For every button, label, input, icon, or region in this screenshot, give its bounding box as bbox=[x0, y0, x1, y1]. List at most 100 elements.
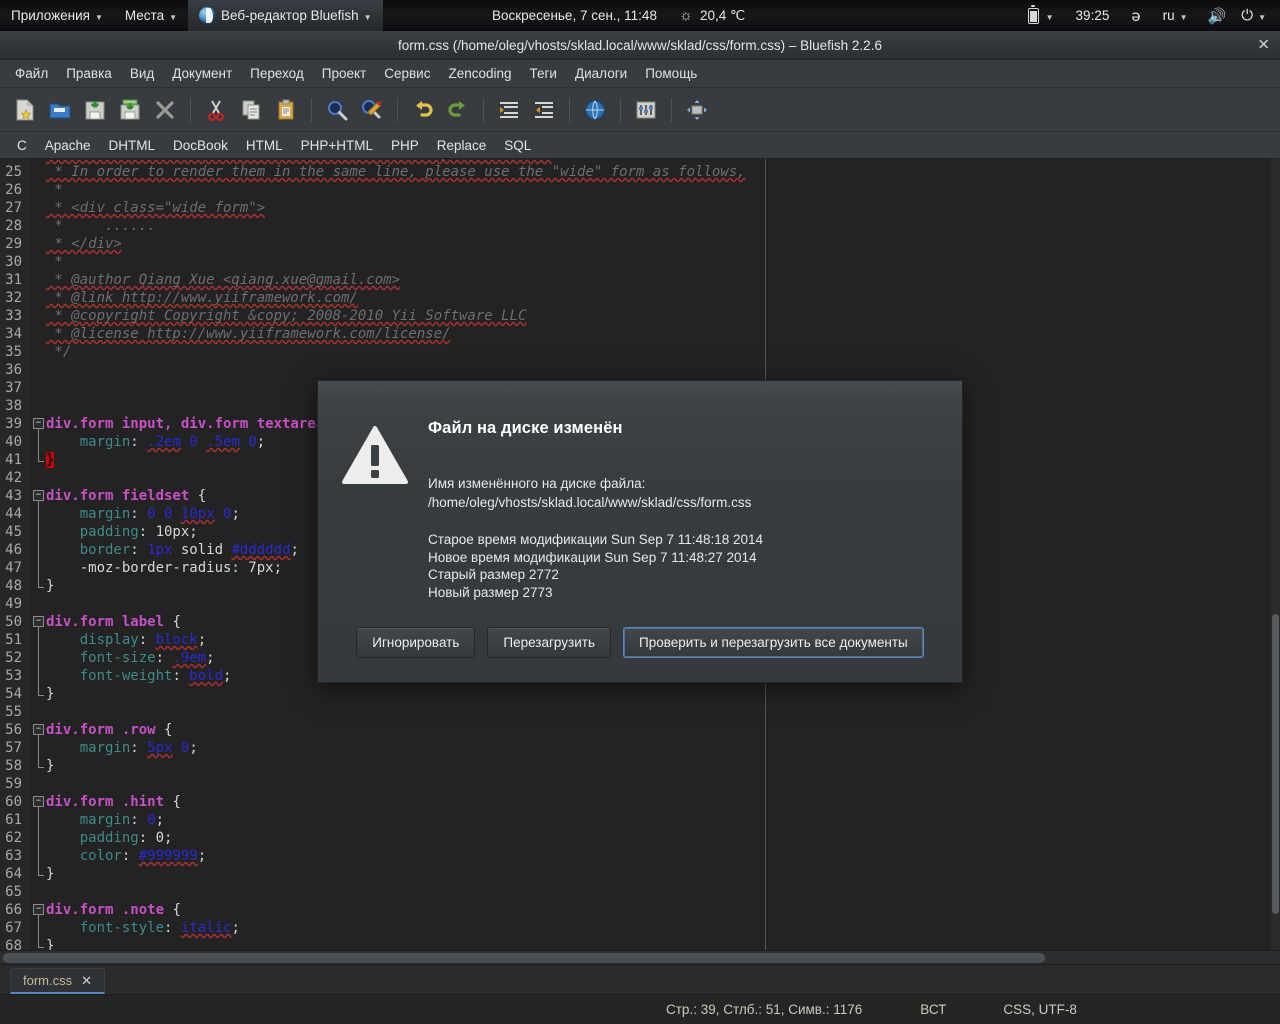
preview-browser-button[interactable] bbox=[578, 93, 612, 127]
new-file-button[interactable] bbox=[8, 93, 42, 127]
ignore-button[interactable]: Игнорировать bbox=[356, 627, 476, 658]
code-line[interactable]: */ bbox=[46, 343, 71, 361]
code-line[interactable]: div.form .note { bbox=[46, 901, 181, 919]
close-icon[interactable]: ✕ bbox=[81, 973, 92, 989]
code-line[interactable]: * bbox=[46, 253, 62, 271]
menu-file[interactable]: Файл bbox=[6, 62, 57, 85]
keyboard-indicator[interactable]: ə bbox=[1120, 0, 1151, 31]
fold-toggle-icon[interactable]: − bbox=[33, 418, 44, 429]
code-line[interactable]: margin: 5px 0; bbox=[46, 739, 198, 757]
weather-applet[interactable]: 20,4 ℃ bbox=[679, 0, 745, 31]
code-line[interactable]: div.form label { bbox=[46, 613, 181, 631]
code-line[interactable]: } bbox=[46, 577, 54, 595]
preferences-button[interactable] bbox=[629, 93, 663, 127]
undo-button[interactable] bbox=[406, 93, 440, 127]
filetype-docbook[interactable]: DocBook bbox=[164, 135, 237, 156]
code-line[interactable]: * In order to render them in the same li… bbox=[46, 163, 745, 181]
code-line[interactable]: border: 1px solid #dddddd; bbox=[46, 541, 299, 559]
vertical-scrollbar-thumb[interactable] bbox=[1272, 614, 1279, 914]
filetype-php-html[interactable]: PHP+HTML bbox=[292, 135, 382, 156]
volume-applet[interactable]: 🔊 bbox=[1199, 0, 1236, 31]
code-line[interactable]: } bbox=[46, 757, 54, 775]
fold-toggle-icon[interactable]: − bbox=[33, 796, 44, 807]
battery-applet[interactable]: ▼ bbox=[1017, 0, 1065, 31]
code-line[interactable]: * ...... bbox=[46, 217, 155, 235]
check-and-reload-all-button[interactable]: Проверить и перезагрузить все документы bbox=[622, 627, 924, 658]
menu-goto[interactable]: Переход bbox=[241, 62, 313, 85]
redo-button[interactable] bbox=[441, 93, 475, 127]
code-line[interactable]: * @license http://www.yiiframework.com/l… bbox=[46, 325, 450, 343]
document-tab-form-css[interactable]: form.css ✕ bbox=[10, 968, 106, 994]
applications-menu[interactable]: Приложения ▼ bbox=[0, 0, 114, 31]
code-line[interactable]: margin: 0; bbox=[46, 811, 164, 829]
code-line[interactable]: padding: 10px; bbox=[46, 523, 198, 541]
code-line[interactable]: } bbox=[46, 451, 55, 469]
code-line[interactable]: } bbox=[46, 685, 54, 703]
code-line[interactable]: * @author Qiang Xue <qiang.xue@gmail.com… bbox=[46, 271, 400, 289]
menu-dialogs[interactable]: Диалоги bbox=[566, 62, 636, 85]
find-button[interactable] bbox=[320, 93, 354, 127]
clock-applet[interactable]: Воскресенье, 7 сен., 11:48 bbox=[492, 0, 657, 31]
language-indicator[interactable]: ru ▼ bbox=[1152, 0, 1199, 31]
unindent-button[interactable] bbox=[492, 93, 526, 127]
code-line[interactable]: } bbox=[46, 865, 54, 883]
save-file-button[interactable] bbox=[78, 93, 112, 127]
cut-button[interactable] bbox=[199, 93, 233, 127]
close-icon[interactable]: ✕ bbox=[1257, 38, 1270, 53]
reload-button[interactable]: Перезагрузить bbox=[487, 627, 611, 658]
paste-button[interactable] bbox=[269, 93, 303, 127]
code-line[interactable]: font-style: italic; bbox=[46, 919, 240, 937]
filetype-replace[interactable]: Replace bbox=[428, 135, 496, 156]
code-line[interactable]: * @copyright Copyright &copy; 2008-2010 … bbox=[46, 307, 526, 325]
open-file-button[interactable] bbox=[43, 93, 77, 127]
copy-button[interactable] bbox=[234, 93, 268, 127]
close-file-button[interactable] bbox=[148, 93, 182, 127]
window-menu-bluefish[interactable]: Веб-редактор Bluefish ▼ bbox=[188, 0, 383, 31]
save-as-button[interactable] bbox=[113, 93, 147, 127]
code-line[interactable]: * <div class="wide form"> bbox=[46, 199, 265, 217]
fold-toggle-icon[interactable]: − bbox=[33, 616, 44, 627]
filetype-sql[interactable]: SQL bbox=[495, 135, 540, 156]
fold-toggle-icon[interactable]: − bbox=[33, 724, 44, 735]
fold-toggle-icon[interactable]: − bbox=[33, 904, 44, 915]
fold-toggle-icon[interactable]: − bbox=[33, 490, 44, 501]
code-line[interactable]: padding: 0; bbox=[46, 829, 173, 847]
filetype-c[interactable]: C bbox=[8, 135, 36, 156]
code-line[interactable]: font-size: .9em; bbox=[46, 649, 215, 667]
code-token: padding bbox=[46, 830, 139, 846]
power-menu[interactable]: ⏻ ▼ bbox=[1235, 0, 1276, 31]
horizontal-scrollbar[interactable] bbox=[0, 950, 1280, 964]
menu-project[interactable]: Проект bbox=[313, 62, 375, 85]
code-line[interactable]: * </div> bbox=[46, 235, 121, 253]
fullscreen-button[interactable] bbox=[680, 93, 714, 127]
filetype-html[interactable]: HTML bbox=[237, 135, 292, 156]
menu-document[interactable]: Документ bbox=[163, 62, 241, 85]
filetype-php[interactable]: PHP bbox=[382, 135, 428, 156]
code-line[interactable]: -moz-border-radius: 7px; bbox=[46, 559, 282, 577]
menu-tags[interactable]: Теги bbox=[521, 62, 566, 85]
code-line[interactable]: margin: .2em 0 .5em 0; bbox=[46, 433, 266, 451]
find-replace-button[interactable] bbox=[355, 93, 389, 127]
timer-applet[interactable]: 39:25 bbox=[1065, 0, 1121, 31]
menu-view[interactable]: Вид bbox=[121, 62, 163, 85]
code-line[interactable]: div.form fieldset { bbox=[46, 487, 206, 505]
menu-zencoding[interactable]: Zencoding bbox=[439, 62, 520, 85]
code-line[interactable]: div.form .hint { bbox=[46, 793, 181, 811]
code-line[interactable]: display: block; bbox=[46, 631, 206, 649]
code-line[interactable]: * bbox=[46, 181, 62, 199]
code-line[interactable]: color: #999999; bbox=[46, 847, 206, 865]
horizontal-scrollbar-thumb[interactable] bbox=[3, 953, 1045, 963]
code-line[interactable]: div.form .row { bbox=[46, 721, 172, 739]
menu-tools[interactable]: Сервис bbox=[375, 62, 439, 85]
indent-button[interactable] bbox=[527, 93, 561, 127]
code-line[interactable]: * @link http://www.yiiframework.com/ bbox=[46, 289, 357, 307]
filetype-dhtml[interactable]: DHTML bbox=[100, 135, 165, 156]
menu-edit[interactable]: Правка bbox=[57, 62, 121, 85]
code-line[interactable]: font-weight: bold; bbox=[46, 667, 232, 685]
code-line[interactable]: margin: 0 0 10px 0; bbox=[46, 505, 240, 523]
places-menu[interactable]: Места ▼ bbox=[114, 0, 188, 31]
menu-help[interactable]: Помощь bbox=[636, 62, 706, 85]
code-folding-column[interactable]: − − − − − − bbox=[30, 159, 46, 964]
vertical-scrollbar[interactable] bbox=[1271, 159, 1280, 964]
filetype-apache[interactable]: Apache bbox=[36, 135, 100, 156]
